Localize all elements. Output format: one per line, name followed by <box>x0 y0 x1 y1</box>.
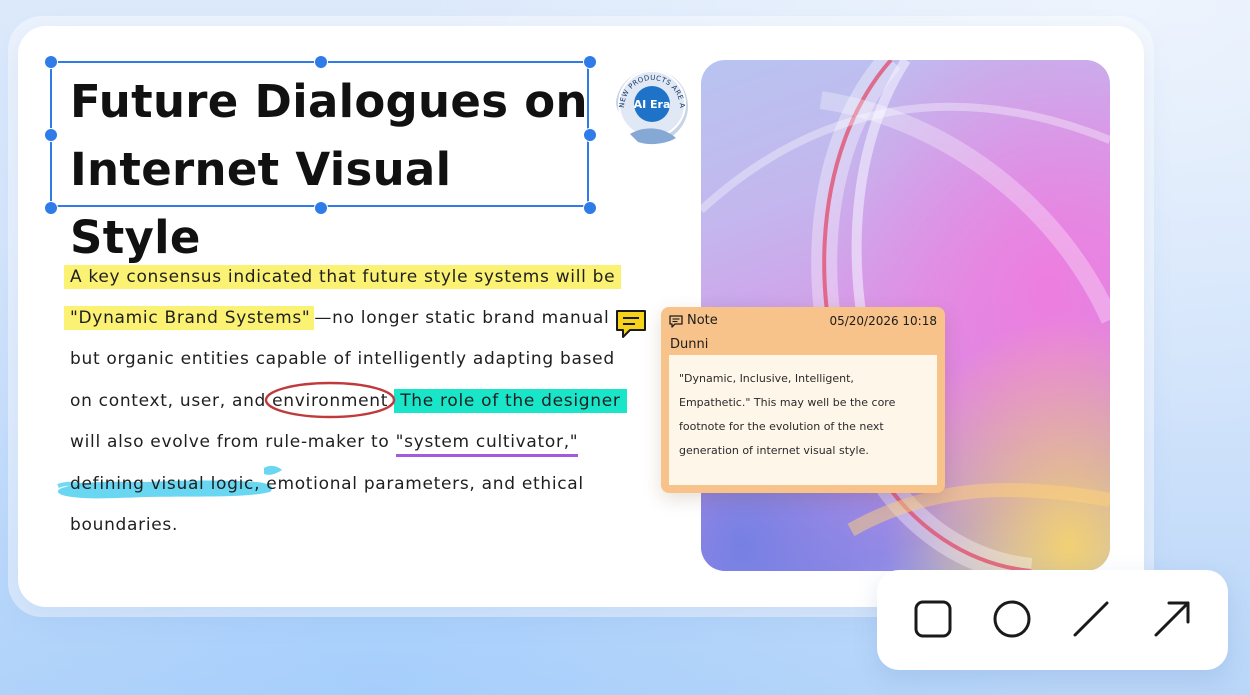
line-icon[interactable] <box>1070 598 1112 640</box>
brushed-phrase[interactable]: defining visual logic, <box>70 474 260 494</box>
paragraph-line-7: boundaries. <box>70 515 179 535</box>
sticker-center-text: AI Era <box>634 98 671 111</box>
comment-icon[interactable] <box>614 308 648 340</box>
highlight-yellow-1[interactable]: A key consensus indicated that future st… <box>64 265 622 289</box>
rectangle-icon[interactable] <box>912 598 954 640</box>
ai-era-sticker[interactable]: NEW PRODUCTS ARE AVAILABLE AI Era <box>610 64 694 148</box>
resize-handle-top-left[interactable] <box>44 55 58 69</box>
paragraph-line-5: will also evolve from rule-maker to "sys… <box>70 427 579 457</box>
note-author: Dunni <box>670 337 709 352</box>
resize-handle-top-center[interactable] <box>314 55 328 69</box>
arrow-icon[interactable] <box>1151 598 1193 640</box>
ellipse-annotation[interactable] <box>262 378 400 422</box>
note-body[interactable]: "Dynamic, Inclusive, Intelligent, Empath… <box>669 355 937 485</box>
note-timestamp: 05/20/2026 10:18 <box>829 314 937 328</box>
circle-icon[interactable] <box>991 598 1033 640</box>
paragraph-line-2: "Dynamic Brand Systems" —no longer static… <box>64 303 610 333</box>
line-6-text: emotional parameters, and ethical <box>260 474 584 494</box>
page-title[interactable]: Future Dialogues on Internet Visual Styl… <box>70 68 590 272</box>
highlight-cyan[interactable]: The role of the designer <box>394 389 627 413</box>
paragraph-line-1: A key consensus indicated that future st… <box>64 262 622 292</box>
underlined-phrase[interactable]: "system cultivator," <box>395 432 579 457</box>
resize-handle-bottom-left[interactable] <box>44 201 58 215</box>
highlight-yellow-2[interactable]: "Dynamic Brand Systems" <box>64 306 315 330</box>
title-line-2: Internet Visual Style <box>70 143 452 264</box>
resize-handle-middle-left[interactable] <box>44 128 58 142</box>
title-line-1: Future Dialogues on <box>70 75 588 128</box>
shape-toolbar <box>877 570 1228 670</box>
note-popup[interactable]: Note 05/20/2026 10:18 Dunni "Dynamic, In… <box>661 307 945 493</box>
line-5-text: will also evolve from rule-maker to <box>70 432 396 452</box>
paragraph-line-3: but organic entities capable of intellig… <box>70 349 615 369</box>
resize-handle-top-right[interactable] <box>583 55 597 69</box>
note-label: Note <box>687 313 718 328</box>
line-2-text: —no longer static brand manual <box>314 308 610 328</box>
note-icon <box>669 315 683 328</box>
paragraph-line-6: defining visual logic, emotional paramet… <box>70 469 584 499</box>
line-4-text: on context, user, and <box>70 391 273 411</box>
